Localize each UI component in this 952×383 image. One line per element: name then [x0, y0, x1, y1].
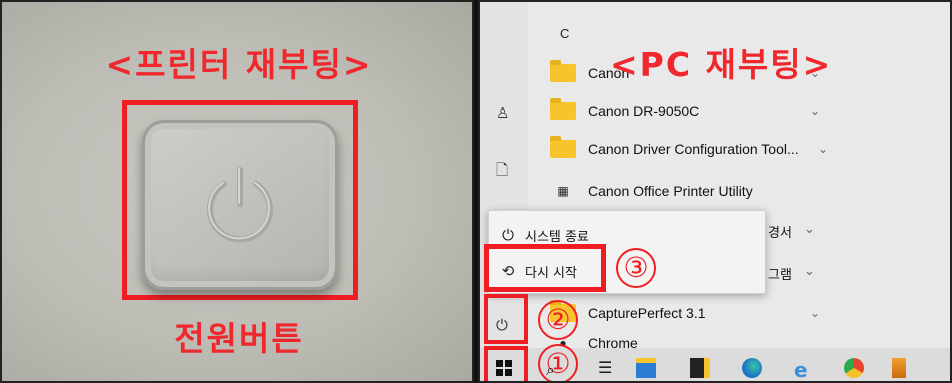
search-icon[interactable]: ⌕ [546, 360, 555, 380]
printer-reboot-title: <프린터 재부팅> [105, 45, 373, 84]
app-label: Canon Driver Configuration Tool... [588, 141, 799, 157]
printer-panel: <프린터 재부팅> 전원버튼 [0, 0, 474, 383]
user-icon[interactable]: ♙ [496, 104, 509, 122]
power-icon[interactable]: ⏻ [496, 316, 508, 334]
edge-icon[interactable] [742, 358, 762, 378]
ie-icon[interactable]: e [794, 358, 814, 381]
folder-icon [550, 98, 576, 120]
app-icon: ▦ [557, 184, 569, 198]
restart-highlight [484, 244, 606, 292]
app-label: Canon DR-9050C [588, 103, 700, 119]
power-icon: ⏻ [502, 226, 514, 244]
task-view-icon[interactable]: ☰ [598, 358, 618, 378]
shutdown-label: 시스템 종료 [525, 229, 589, 245]
app-item-captureperfect[interactable]: CapturePerfect 3.1 ⌄ [550, 300, 820, 326]
app-taskbar-icon[interactable] [892, 358, 906, 378]
power-icon [207, 167, 273, 243]
app-item-canon-office-utility[interactable]: ▦ Canon Office Printer Utility [550, 178, 820, 204]
chevron-down-icon: ⌄ [804, 222, 815, 237]
app-item-canon-dr[interactable]: Canon DR-9050C ⌄ [550, 98, 820, 124]
chevron-down-icon: ⌄ [809, 306, 820, 320]
chevron-down-icon: ⌄ [804, 264, 815, 279]
printer-power-button[interactable] [142, 120, 338, 290]
partial-item-label[interactable]: 경서 [768, 222, 792, 241]
app-taskbar-icon[interactable] [690, 358, 710, 378]
chevron-down-icon: ⌄ [817, 142, 828, 156]
pc-reboot-title: <PC 재부팅> [610, 45, 833, 84]
folder-icon [550, 60, 576, 82]
pc-panel: ♙ 🗋 C Canon ⌄ Canon DR-9050C ⌄ Canon Dri… [478, 0, 952, 383]
app-item-canon-driver-tool[interactable]: Canon Driver Configuration Tool... ⌄ [550, 136, 828, 162]
document-icon[interactable]: 🗋 [496, 160, 508, 185]
chrome-taskbar-icon[interactable] [844, 358, 864, 378]
app-label: Canon Office Printer Utility [588, 183, 753, 199]
partial-item-label[interactable]: 그램 [768, 264, 792, 283]
app-label: CapturePerfect 3.1 [588, 305, 706, 321]
chevron-down-icon: ⌄ [809, 104, 820, 118]
file-explorer-icon[interactable] [636, 358, 656, 378]
step-3-badge: ③ [616, 248, 656, 288]
folder-icon [550, 136, 576, 158]
step-1-badge: ① [538, 344, 578, 381]
power-button-caption: 전원버튼 [174, 319, 304, 358]
list-letter-header[interactable]: C [560, 26, 569, 41]
step-2-badge: ② [538, 300, 578, 340]
start-button-highlight [484, 346, 528, 381]
